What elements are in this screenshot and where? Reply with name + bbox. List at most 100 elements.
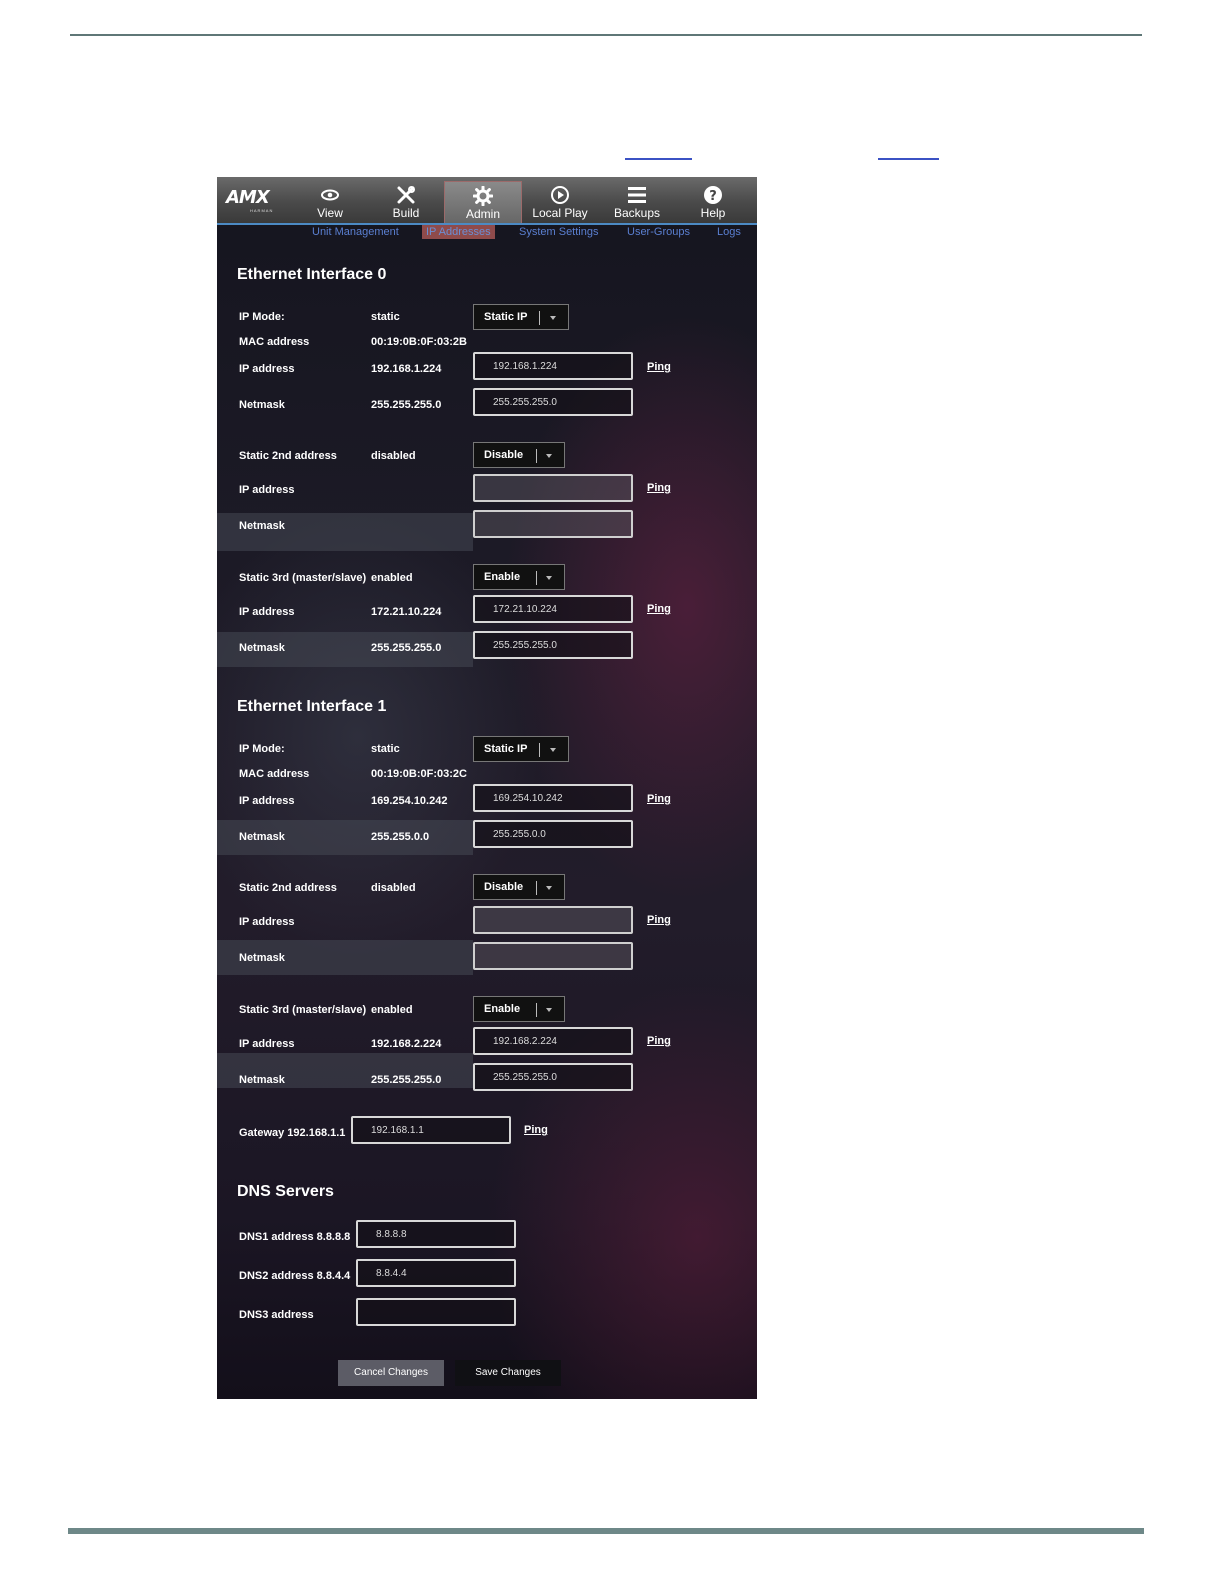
eth1-third-netmask-label: Netmask bbox=[239, 1074, 285, 1086]
eth0-mac-value: 00:19:0B:0F:03:2B bbox=[371, 336, 467, 348]
eth1-third-status: enabled bbox=[371, 1004, 413, 1016]
eth1-second-value: disabled bbox=[371, 882, 416, 894]
nav-build[interactable]: Build bbox=[368, 181, 444, 223]
eth0-third-label: Static 3rd (master/slave) bbox=[239, 572, 367, 584]
dns2-input[interactable]: 8.8.4.4 bbox=[356, 1259, 516, 1287]
eth0-ip-mode-label: IP Mode: bbox=[239, 311, 285, 323]
gateway-input[interactable]: 192.168.1.1 bbox=[351, 1116, 511, 1144]
dns3-input[interactable] bbox=[356, 1298, 516, 1326]
eth1-third-netmask-input[interactable]: 255.255.255.0 bbox=[473, 1063, 633, 1091]
eth0-ip-ping-link[interactable]: Ping bbox=[647, 361, 671, 373]
nav-backups[interactable]: Backups bbox=[599, 181, 675, 223]
eth1-mac-label: MAC address bbox=[239, 768, 310, 780]
top-nav-bar: AMX HARMAN View Build Admin Local Play B… bbox=[217, 177, 757, 224]
eth0-ip-label: IP address bbox=[239, 363, 295, 375]
eth0-third-ip-input[interactable]: 172.21.10.224 bbox=[473, 595, 633, 623]
app-window: AMX HARMAN View Build Admin Local Play B… bbox=[217, 177, 757, 1399]
chevron-down-icon bbox=[550, 748, 556, 752]
eth0-third-netmask-input[interactable]: 255.255.255.0 bbox=[473, 631, 633, 659]
eth0-ip-input[interactable]: 192.168.1.224 bbox=[473, 352, 633, 380]
chevron-down-icon bbox=[546, 1008, 552, 1012]
section-title-dns: DNS Servers bbox=[237, 1183, 334, 1200]
gear-icon bbox=[473, 186, 493, 206]
eth0-third-netmask-value: 255.255.255.0 bbox=[371, 642, 442, 654]
eth0-second-netmask-input[interactable] bbox=[473, 510, 633, 538]
eth0-ip-value: 192.168.1.224 bbox=[371, 363, 442, 375]
eth1-ip-label: IP address bbox=[239, 795, 295, 807]
eth0-second-netmask-label: Netmask bbox=[239, 520, 285, 532]
document-link-underline[interactable] bbox=[625, 158, 692, 160]
eth0-third-status: enabled bbox=[371, 572, 413, 584]
eth0-netmask-label: Netmask bbox=[239, 399, 285, 411]
eth0-third-select[interactable]: Enable bbox=[473, 564, 565, 590]
chevron-down-icon bbox=[546, 576, 552, 580]
gateway-ping-link[interactable]: Ping bbox=[524, 1124, 548, 1136]
nav-view[interactable]: View bbox=[292, 181, 368, 223]
eth0-second-value: disabled bbox=[371, 450, 416, 462]
chevron-down-icon bbox=[546, 886, 552, 890]
menu-icon bbox=[628, 187, 646, 203]
dns2-label: DNS2 address 8.8.4.4 bbox=[239, 1270, 351, 1282]
amx-logo: AMX HARMAN bbox=[226, 187, 274, 214]
eth1-ip-value: 169.254.10.242 bbox=[371, 795, 448, 807]
subnav-ip-addresses[interactable]: IP Addresses bbox=[422, 225, 495, 239]
gateway-label: Gateway 192.168.1.1 bbox=[239, 1127, 346, 1139]
eth1-netmask-input[interactable]: 255.255.0.0 bbox=[473, 820, 633, 848]
eth1-second-select[interactable]: Disable bbox=[473, 874, 565, 900]
eth0-second-label: Static 2nd address bbox=[239, 450, 337, 462]
nav-admin[interactable]: Admin bbox=[444, 181, 522, 224]
eth0-second-ping-link[interactable]: Ping bbox=[647, 482, 671, 494]
eth1-ip-mode-value: static bbox=[371, 743, 400, 755]
subnav-user-groups[interactable]: User-Groups bbox=[627, 225, 690, 239]
eth0-third-ping-link[interactable]: Ping bbox=[647, 603, 671, 615]
eth1-third-netmask-value: 255.255.255.0 bbox=[371, 1074, 442, 1086]
document-link-underline[interactable] bbox=[878, 158, 939, 160]
eth0-third-ip-value: 172.21.10.224 bbox=[371, 606, 442, 618]
eth1-ip-mode-label: IP Mode: bbox=[239, 743, 285, 755]
eth1-second-label: Static 2nd address bbox=[239, 882, 337, 894]
eth1-ip-mode-select[interactable]: Static IP bbox=[473, 736, 569, 762]
eth1-second-ping-link[interactable]: Ping bbox=[647, 914, 671, 926]
tools-icon bbox=[397, 186, 415, 204]
eth0-second-ip-label: IP address bbox=[239, 484, 295, 496]
nav-help[interactable]: ? Help bbox=[675, 181, 751, 223]
eth1-second-ip-input[interactable] bbox=[473, 906, 633, 934]
page-header-rule bbox=[70, 34, 1142, 36]
eth1-netmask-label: Netmask bbox=[239, 831, 285, 843]
eth1-second-netmask-input[interactable] bbox=[473, 942, 633, 970]
subnav-logs[interactable]: Logs bbox=[717, 225, 741, 239]
subnav-system-settings[interactable]: System Settings bbox=[519, 225, 598, 239]
chevron-down-icon bbox=[550, 316, 556, 320]
eye-icon bbox=[321, 189, 339, 201]
eth0-second-select[interactable]: Disable bbox=[473, 442, 565, 468]
play-icon bbox=[551, 186, 569, 204]
eth1-third-ip-label: IP address bbox=[239, 1038, 295, 1050]
eth1-third-ip-input[interactable]: 192.168.2.224 bbox=[473, 1027, 633, 1055]
eth1-third-ip-value: 192.168.2.224 bbox=[371, 1038, 442, 1050]
chevron-down-icon bbox=[546, 454, 552, 458]
eth1-second-netmask-label: Netmask bbox=[239, 952, 285, 964]
eth1-third-ping-link[interactable]: Ping bbox=[647, 1035, 671, 1047]
eth0-ip-mode-select[interactable]: Static IP bbox=[473, 304, 569, 330]
nav-local-play[interactable]: Local Play bbox=[522, 181, 598, 223]
page-footer-rule bbox=[68, 1528, 1144, 1534]
eth0-second-ip-input[interactable] bbox=[473, 474, 633, 502]
row-band bbox=[217, 513, 473, 551]
dns1-input[interactable]: 8.8.8.8 bbox=[356, 1220, 516, 1248]
eth1-mac-value: 00:19:0B:0F:03:2C bbox=[371, 768, 467, 780]
eth1-second-ip-label: IP address bbox=[239, 916, 295, 928]
cancel-changes-button[interactable]: Cancel Changes bbox=[338, 1360, 444, 1386]
eth0-ip-mode-value: static bbox=[371, 311, 400, 323]
eth1-ip-ping-link[interactable]: Ping bbox=[647, 793, 671, 805]
section-title-eth0: Ethernet Interface 0 bbox=[237, 266, 387, 283]
eth1-third-select[interactable]: Enable bbox=[473, 996, 565, 1022]
section-title-eth1: Ethernet Interface 1 bbox=[237, 698, 387, 715]
eth1-ip-input[interactable]: 169.254.10.242 bbox=[473, 784, 633, 812]
eth0-netmask-input[interactable]: 255.255.255.0 bbox=[473, 388, 633, 416]
eth1-third-label: Static 3rd (master/slave) bbox=[239, 1004, 367, 1016]
save-changes-button[interactable]: Save Changes bbox=[455, 1360, 561, 1386]
dns1-label: DNS1 address 8.8.8.8 bbox=[239, 1231, 351, 1243]
subnav-unit-management[interactable]: Unit Management bbox=[312, 225, 399, 239]
dns3-label: DNS3 address bbox=[239, 1309, 314, 1321]
eth1-netmask-value: 255.255.0.0 bbox=[371, 831, 430, 843]
